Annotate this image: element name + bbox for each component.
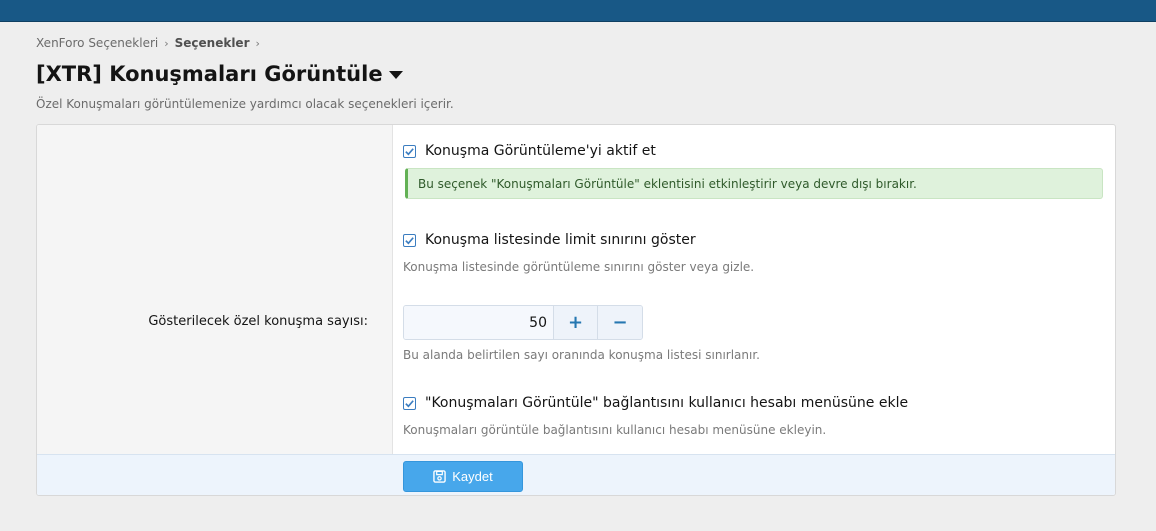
menu-link-label: "Konuşmaları Görüntüle" bağlantısını kul… xyxy=(425,395,909,411)
show-limit-checkbox[interactable] xyxy=(403,233,416,247)
page-title-text: [XTR] Konuşmaları Görüntüle xyxy=(36,62,383,86)
save-button-label: Kaydet xyxy=(452,469,493,484)
decrement-button[interactable]: − xyxy=(598,306,642,339)
enable-option[interactable]: Konuşma Görüntüleme'yi aktif et xyxy=(403,143,656,159)
menu-link-checkbox[interactable] xyxy=(403,396,416,410)
breadcrumb-item-xenforo-options[interactable]: XenForo Seçenekleri xyxy=(36,36,158,50)
show-limit-hint: Konuşma listesinde görüntüleme sınırını … xyxy=(403,260,755,274)
count-hint: Bu alanda belirtilen sayı oranında konuş… xyxy=(403,348,760,362)
show-limit-option[interactable]: Konuşma listesinde limit sınırını göster xyxy=(403,232,696,248)
label-column: Gösterilecek özel konuşma sayısı: xyxy=(37,125,393,455)
check-icon xyxy=(405,399,414,407)
save-button[interactable]: Kaydet xyxy=(403,461,523,492)
breadcrumb-separator: › xyxy=(164,36,169,50)
enable-label: Konuşma Görüntüleme'yi aktif et xyxy=(425,143,656,159)
page-description: Özel Konuşmaları görüntülemenize yardımc… xyxy=(36,97,454,111)
breadcrumb-separator: › xyxy=(255,36,260,50)
plus-icon: + xyxy=(567,312,584,333)
increment-button[interactable]: + xyxy=(554,306,598,339)
breadcrumb: XenForo Seçenekleri › Seçenekler › xyxy=(36,36,260,50)
menu-link-option[interactable]: "Konuşmaları Görüntüle" bağlantısını kul… xyxy=(403,395,908,411)
count-stepper: 50 + − xyxy=(403,305,643,340)
enable-notice: Bu seçenek "Konuşmaları Görüntüle" eklen… xyxy=(405,168,1103,199)
count-label: Gösterilecek özel konuşma sayısı: xyxy=(148,314,368,329)
options-panel: Gösterilecek özel konuşma sayısı: Konuşm… xyxy=(36,124,1116,496)
show-limit-label: Konuşma listesinde limit sınırını göster xyxy=(425,232,696,248)
top-navigation-bar xyxy=(0,0,1156,22)
count-input[interactable]: 50 xyxy=(404,306,554,339)
caret-down-icon[interactable] xyxy=(388,71,403,79)
check-icon xyxy=(405,147,414,155)
check-icon xyxy=(405,236,414,244)
page-title[interactable]: [XTR] Konuşmaları Görüntüle xyxy=(36,62,403,86)
minus-icon: − xyxy=(612,312,628,333)
enable-checkbox[interactable] xyxy=(403,144,416,158)
form-footer: Kaydet xyxy=(37,454,1115,495)
save-icon xyxy=(433,470,447,483)
breadcrumb-item-options[interactable]: Seçenekler xyxy=(175,36,250,50)
menu-link-hint: Konuşmaları görüntüle bağlantısını kulla… xyxy=(403,423,827,437)
